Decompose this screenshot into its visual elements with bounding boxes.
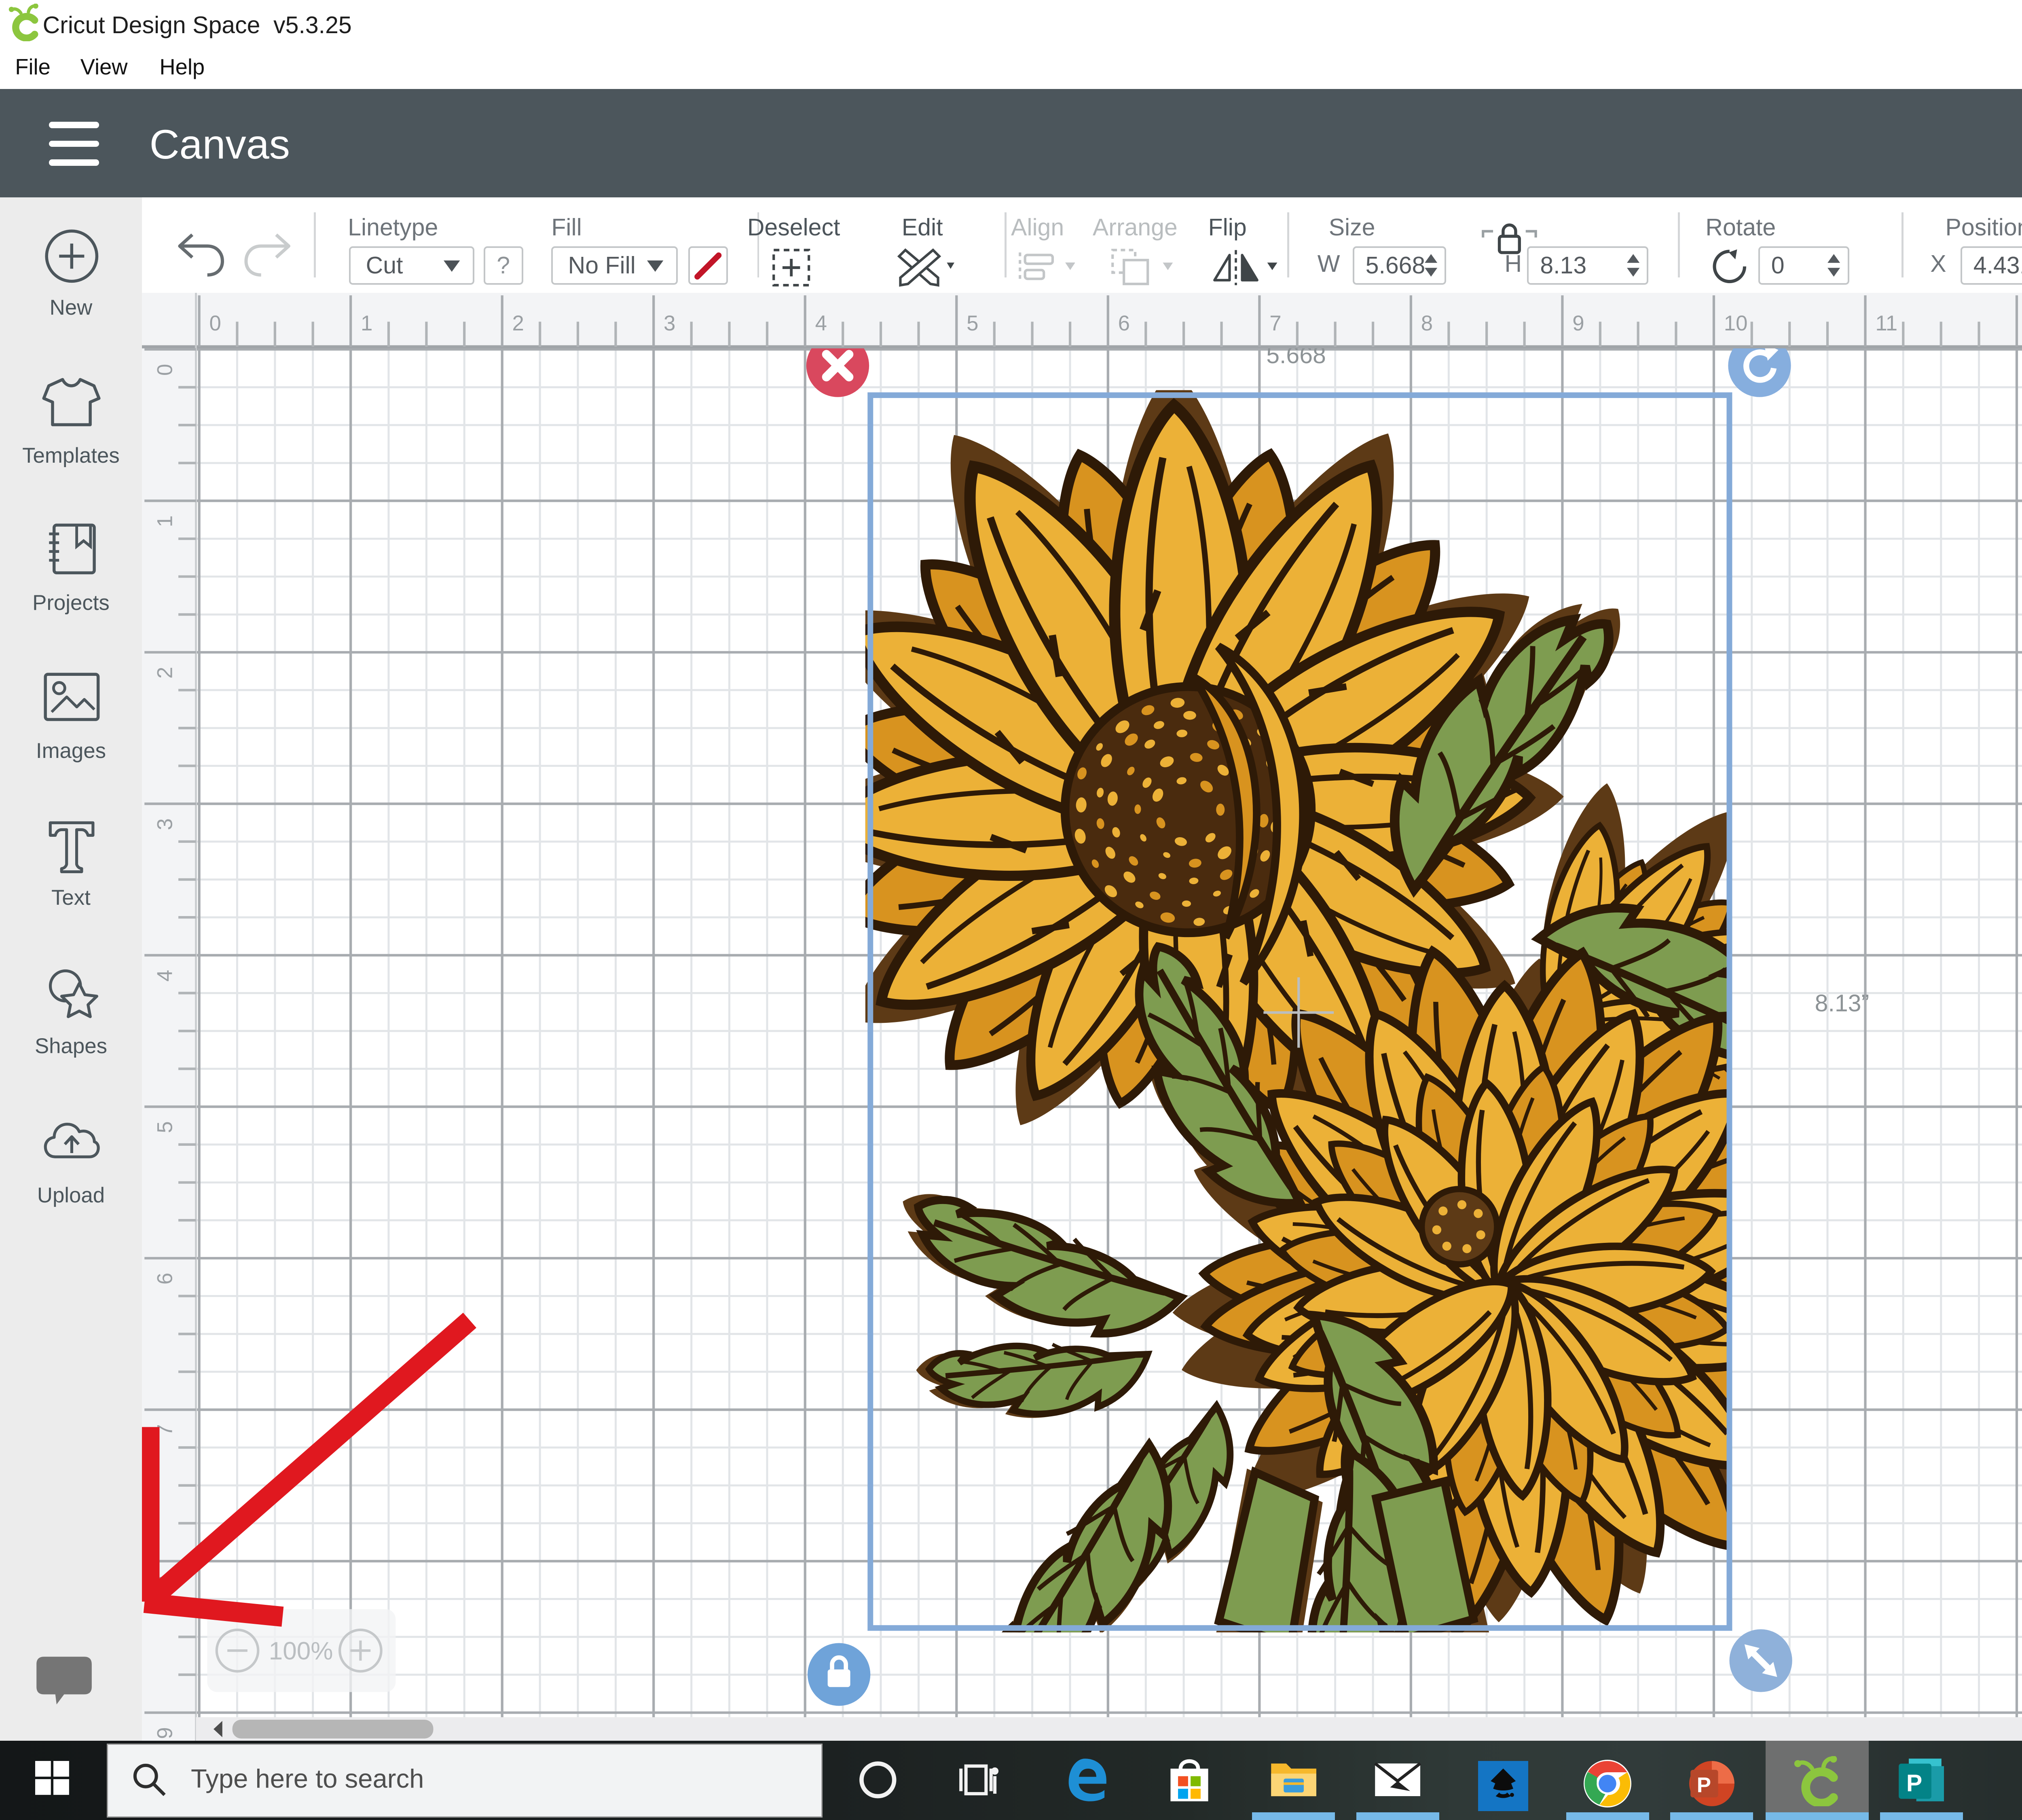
svg-text:4: 4 [153, 969, 177, 981]
svg-text:9: 9 [1572, 311, 1584, 335]
svg-text:1: 1 [153, 515, 177, 527]
svg-text:6: 6 [153, 1272, 177, 1284]
svg-text:4: 4 [815, 311, 827, 335]
svg-text:0: 0 [209, 311, 221, 335]
svg-text:7: 7 [1269, 311, 1281, 335]
svg-text:2: 2 [153, 667, 177, 678]
svg-text:3: 3 [664, 311, 675, 335]
svg-text:5: 5 [967, 311, 978, 335]
svg-text:2: 2 [512, 311, 524, 335]
svg-text:3: 3 [153, 818, 177, 830]
svg-text:9: 9 [153, 1727, 177, 1739]
svg-text:100%: 100% [269, 1637, 333, 1665]
svg-text:11: 11 [1875, 311, 1897, 335]
svg-text:5: 5 [153, 1121, 177, 1133]
svg-text:P: P [1906, 1770, 1922, 1797]
svg-text:6: 6 [1118, 311, 1130, 335]
svg-text:10: 10 [1724, 311, 1748, 335]
svg-text:8: 8 [1421, 311, 1433, 335]
svg-text:P: P [1697, 1773, 1711, 1797]
svg-text:0: 0 [153, 364, 177, 375]
svg-text:8.13”: 8.13” [1815, 990, 1869, 1016]
svg-text:1: 1 [361, 311, 372, 335]
